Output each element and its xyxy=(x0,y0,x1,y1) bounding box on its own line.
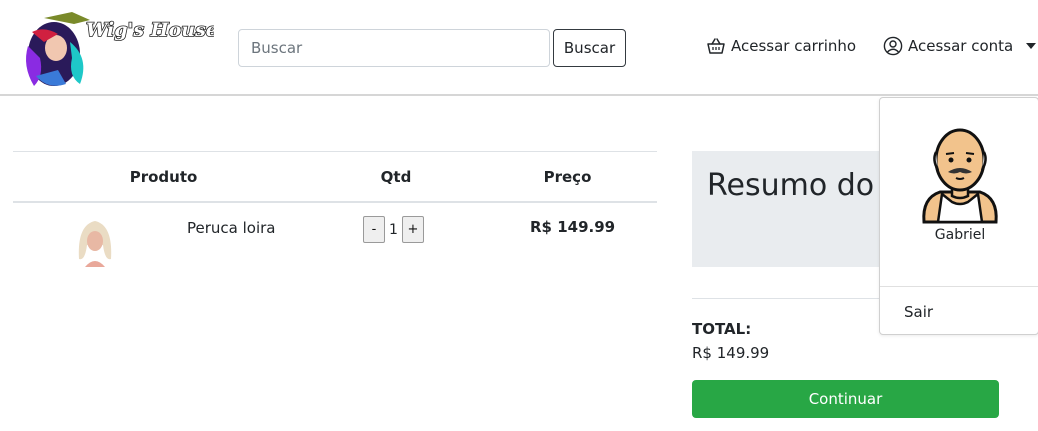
logout-menu-item[interactable]: Sair xyxy=(904,303,933,321)
account-dropdown-toggle[interactable]: Acessar conta xyxy=(883,34,1037,58)
cart-link[interactable]: Acessar carrinho xyxy=(706,34,856,58)
logo-text: Wig's House xyxy=(86,19,214,41)
user-name: Gabriel xyxy=(934,227,986,243)
logo-mascot-icon xyxy=(26,12,90,86)
search-input[interactable] xyxy=(238,29,550,67)
user-circle-icon xyxy=(883,36,903,56)
account-link-label: Acessar conta xyxy=(908,37,1014,55)
user-avatar xyxy=(922,128,998,224)
dropdown-divider xyxy=(880,286,1038,287)
total-label: TOTAL: xyxy=(692,320,752,338)
column-header-preco: Preço xyxy=(543,168,592,186)
page: Wig's House Buscar Acessar carrinho Aces… xyxy=(0,0,1038,431)
table-header-row: Produto Qtd Preço xyxy=(13,151,657,203)
column-header-qtd: Qtd xyxy=(380,168,412,186)
total-value: R$ 149.99 xyxy=(692,344,770,362)
navbar: Wig's House Buscar Acessar carrinho Aces… xyxy=(0,0,1038,96)
search-button[interactable]: Buscar xyxy=(553,29,626,67)
header-divider xyxy=(314,201,657,203)
account-dropdown-menu: Gabriel Sair xyxy=(879,97,1038,335)
product-image xyxy=(69,215,121,267)
product-name[interactable]: Peruca loira xyxy=(187,219,276,237)
product-price: R$ 149.99 xyxy=(530,218,616,236)
caret-down-icon xyxy=(1026,43,1037,49)
column-header-produto: Produto xyxy=(129,168,198,186)
header-divider xyxy=(13,201,314,203)
basket-icon xyxy=(707,38,725,54)
increment-button[interactable]: + xyxy=(402,216,424,243)
wigs-house-logo[interactable]: Wig's House xyxy=(14,6,214,92)
quantity-value: 1 xyxy=(389,221,398,238)
continue-button[interactable]: Continuar xyxy=(692,380,999,418)
quantity-stepper: - 1 + xyxy=(363,216,424,243)
cart-link-label: Acessar carrinho xyxy=(731,37,857,55)
decrement-button[interactable]: - xyxy=(363,216,385,243)
